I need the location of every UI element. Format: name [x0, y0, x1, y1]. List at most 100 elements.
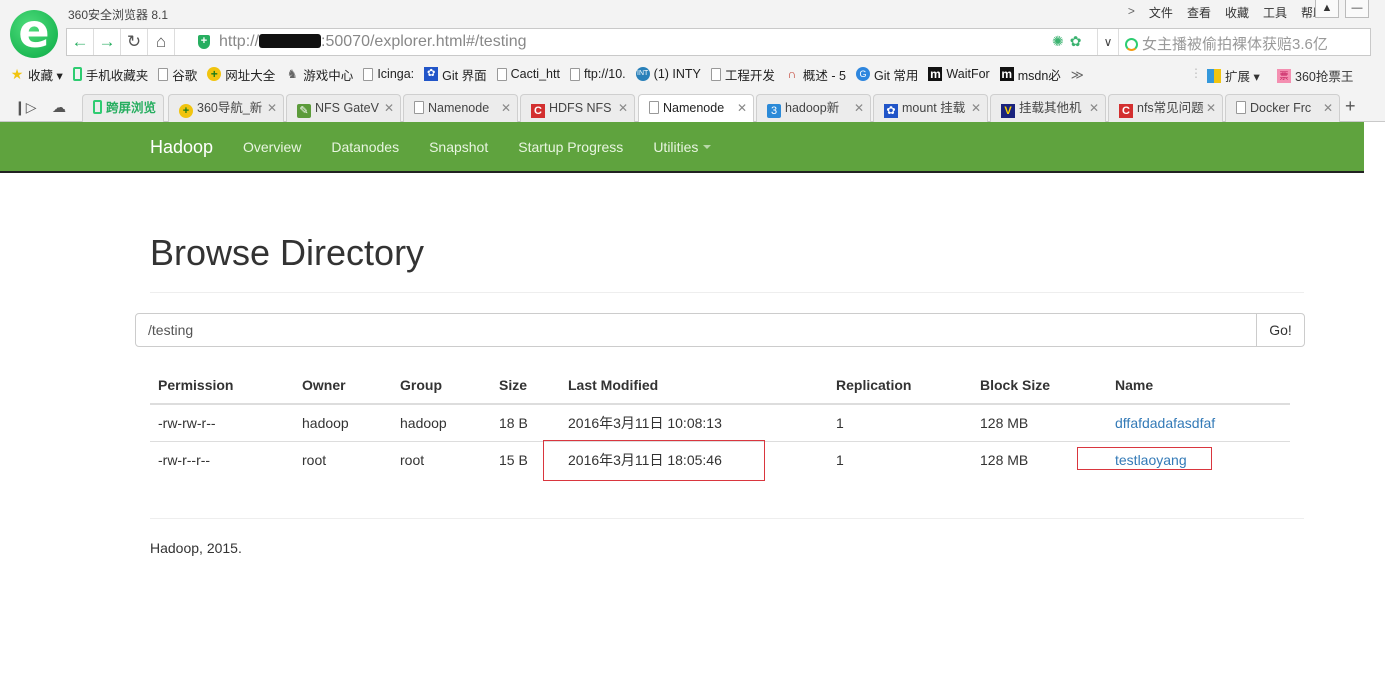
yellow-box-icon: V: [1001, 104, 1015, 118]
cloud-icon[interactable]: ☁: [52, 99, 66, 116]
tab-label: 360导航_新: [197, 101, 263, 115]
back-button[interactable]: ←: [67, 29, 94, 55]
menu-tools[interactable]: 工具: [1263, 4, 1287, 21]
col-name[interactable]: Name: [1107, 366, 1290, 405]
home-button[interactable]: ⌂: [148, 29, 175, 55]
col-last-modified[interactable]: Last Modified: [560, 366, 828, 405]
close-icon[interactable]: ✕: [1089, 95, 1099, 121]
bookmark-label: ftp://10.: [583, 67, 626, 81]
col-group[interactable]: Group: [392, 366, 491, 405]
tab-label: Namenode: [663, 101, 725, 115]
bookmark-item[interactable]: G Git 常用: [855, 65, 918, 84]
close-icon[interactable]: ✕: [737, 95, 747, 121]
tab[interactable]: Docker Frc ✕: [1225, 94, 1340, 122]
nav-datanodes[interactable]: Datanodes: [331, 139, 399, 155]
menu-file[interactable]: 文件: [1149, 4, 1173, 21]
nav-360-icon: +: [207, 67, 222, 81]
bookmark-item[interactable]: ✿ Git 界面: [424, 65, 487, 84]
nav-startup-progress[interactable]: Startup Progress: [518, 139, 623, 155]
bookmark-item[interactable]: 手机收藏夹: [72, 65, 148, 84]
nav-snapshot[interactable]: Snapshot: [429, 139, 488, 155]
bookmark-item[interactable]: m WaitFor: [928, 67, 990, 81]
leaf-icon[interactable]: ✿: [1070, 33, 1082, 50]
close-icon[interactable]: ✕: [267, 95, 277, 121]
bookmark-item[interactable]: ftp://10.: [569, 67, 626, 81]
close-icon[interactable]: ✕: [1323, 95, 1333, 121]
speedup-icon[interactable]: ✺: [1052, 33, 1064, 50]
col-replication[interactable]: Replication: [828, 366, 972, 405]
extensions-button[interactable]: 扩展 ▾: [1207, 66, 1260, 85]
annotation-box-last-modified: [543, 440, 765, 481]
bookmark-item[interactable]: ★ 收藏 ▾: [10, 65, 63, 84]
bookmark-item[interactable]: ♞ 游戏中心: [285, 65, 353, 84]
arrow-right-icon: →: [98, 32, 116, 51]
close-icon[interactable]: ✕: [854, 95, 864, 121]
close-icon[interactable]: ✕: [1206, 95, 1216, 121]
cell-block-size: 128 MB: [980, 414, 1029, 431]
navbar-brand[interactable]: Hadoop: [150, 137, 213, 158]
inty-icon: INT: [635, 67, 650, 81]
address-dropdown-button[interactable]: ∨: [1097, 29, 1119, 55]
new-tab-button[interactable]: +: [1345, 96, 1356, 117]
bookmark-item[interactable]: 工程开发: [710, 65, 775, 84]
col-size[interactable]: Size: [491, 366, 560, 405]
tab-label: HDFS NFS: [549, 101, 612, 115]
bookmark-item[interactable]: ∩ 概述 - 5: [785, 65, 846, 84]
tab-label: Namenode: [428, 101, 490, 115]
ticket-button[interactable]: 票 360抢票王: [1277, 66, 1353, 85]
nav-overview[interactable]: Overview: [243, 139, 301, 155]
tab[interactable]: 3 hadoop新 ✕: [756, 94, 871, 122]
tab[interactable]: V 挂载其他机 ✕: [990, 94, 1106, 122]
cell-group: root: [392, 440, 491, 478]
menu-favorites[interactable]: 收藏: [1225, 4, 1249, 21]
search-input[interactable]: 女主播被偷拍裸体获赔3.6亿: [1125, 33, 1328, 54]
sidebar-toggle-icon[interactable]: ❙▷: [14, 99, 37, 116]
forward-button[interactable]: →: [94, 29, 121, 55]
menu-view[interactable]: 查看: [1187, 4, 1211, 21]
nav-utilities[interactable]: Utilities: [653, 139, 712, 155]
url-prefix: http://: [219, 33, 260, 50]
file-link[interactable]: dffafdadafasdfaf: [1115, 415, 1215, 431]
shirt-icon: ▲: [1321, 2, 1333, 14]
col-owner[interactable]: Owner: [294, 366, 392, 405]
bookmark-item[interactable]: 谷歌: [158, 65, 197, 84]
minimize-button[interactable]: —: [1345, 0, 1369, 18]
toolbar-grip[interactable]: ⋮: [1190, 66, 1202, 80]
page-icon: [496, 67, 507, 81]
bookmark-item[interactable]: m msdn必: [999, 65, 1061, 84]
tab-active[interactable]: Namenode ✕: [638, 94, 754, 123]
close-icon[interactable]: ✕: [501, 95, 511, 121]
tab[interactable]: ✎ NFS GateV ✕: [286, 94, 401, 122]
bookmark-label: 游戏中心: [303, 68, 354, 83]
col-permission[interactable]: Permission: [150, 366, 294, 405]
close-icon[interactable]: ✕: [384, 95, 394, 121]
tab[interactable]: ✿ mount 挂载 ✕: [873, 94, 988, 122]
cell-replication: 1: [828, 440, 972, 478]
go-button[interactable]: Go!: [1256, 313, 1305, 347]
reload-button[interactable]: ↻: [121, 29, 148, 55]
url-suffix: :50070/explorer.html#/testing: [321, 33, 527, 50]
nav-utilities-label: Utilities: [653, 139, 699, 155]
tab-cross-screen[interactable]: 跨屏浏览: [82, 94, 164, 122]
bookmark-item[interactable]: Icinga:: [363, 67, 414, 81]
tab[interactable]: Namenode ✕: [403, 94, 518, 122]
close-icon[interactable]: ✕: [618, 95, 628, 121]
bookmark-item[interactable]: + 网址大全: [207, 65, 275, 84]
navbar-menu: Overview Datanodes Snapshot Startup Prog…: [243, 139, 712, 155]
close-icon[interactable]: ✕: [971, 95, 981, 121]
col-block-size[interactable]: Block Size: [972, 366, 1107, 405]
home-icon: ⌂: [155, 32, 167, 51]
page-title: Browse Directory: [150, 232, 425, 273]
url-input[interactable]: http:// :50070/explorer.html#/testing: [219, 33, 527, 51]
directory-path-input[interactable]: [135, 313, 1257, 347]
tab[interactable]: +360导航_新 ✕: [168, 94, 284, 122]
bookmarks-more-button[interactable]: ≫: [1071, 67, 1084, 82]
menu-expand[interactable]: >: [1128, 4, 1135, 21]
bookmark-item[interactable]: Cacti_htt: [496, 67, 560, 81]
tab[interactable]: C HDFS NFS ✕: [520, 94, 635, 122]
bookmark-item[interactable]: INT (1) INTY: [635, 67, 701, 81]
skin-button[interactable]: ▲: [1315, 0, 1339, 18]
tab-label: Docker Frc: [1250, 101, 1312, 115]
reload-icon: ↻: [126, 32, 142, 51]
tab[interactable]: Cnfs常见问题 ✕: [1108, 94, 1223, 122]
